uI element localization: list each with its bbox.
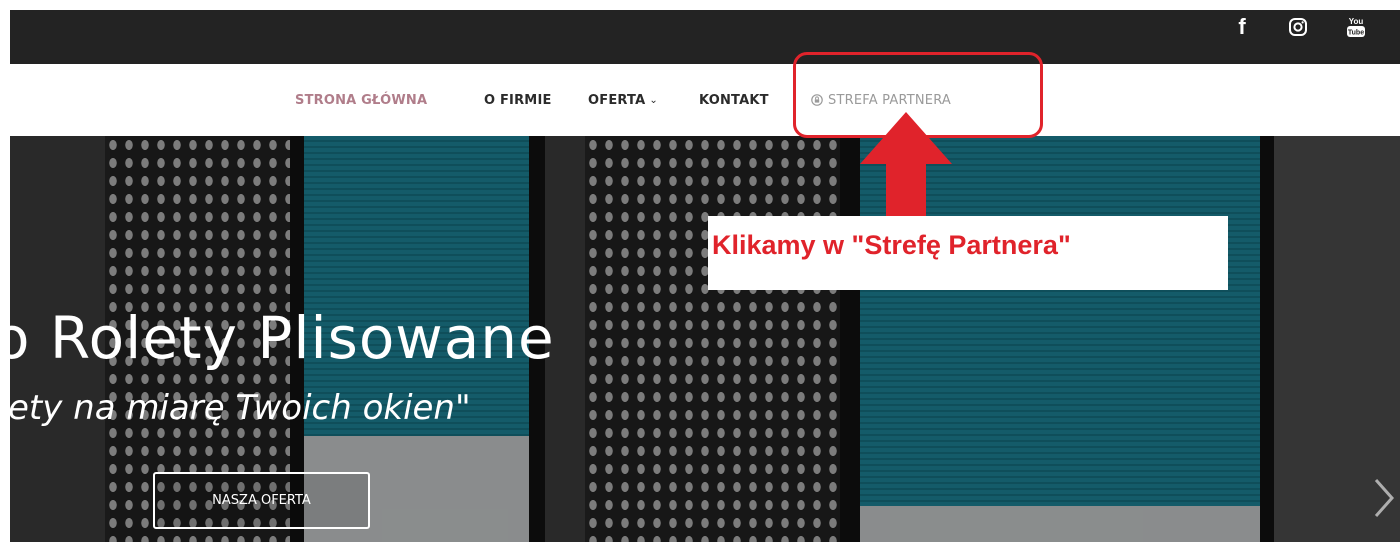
nav-item-home-label: STRONA GŁÓWNA: [295, 92, 428, 108]
browser-viewport: f You Tube STRONA GŁÓWNA O FIRMIE OFERTA…: [0, 0, 1400, 542]
hero-slider: o Rolety Plisowane ety na miarę Twoich o…: [10, 136, 1400, 542]
nav-item-offer-label: OFERTA: [588, 92, 646, 108]
our-offer-button-label: NASZA OFERTA: [212, 493, 311, 508]
nav-item-offer[interactable]: OFERTA ⌄: [588, 90, 658, 110]
nav-item-about-label: O FIRMIE: [484, 92, 552, 108]
nav-item-contact-label: KONTAKT: [699, 92, 769, 108]
chevron-down-icon: ⌄: [649, 94, 658, 106]
nav-item-about[interactable]: O FIRMIE: [484, 90, 552, 110]
nav-item-home[interactable]: STRONA GŁÓWNA: [295, 90, 427, 110]
hero-title: o Rolety Plisowane: [10, 304, 555, 372]
hero-subtitle: ety na miarę Twoich okien": [10, 388, 471, 428]
annotation-arrow-icon: [860, 112, 952, 232]
youtube-bottom-text: Tube: [1348, 30, 1364, 37]
screenshot-margin: [0, 0, 10, 542]
instagram-glyph: [1289, 18, 1307, 36]
youtube-top-text: You: [1349, 17, 1364, 26]
annotation-text: Klikamy w "Strefę Partnera": [712, 230, 1071, 260]
our-offer-button[interactable]: NASZA OFERTA: [153, 472, 370, 529]
social-top-bar: [10, 10, 1400, 64]
chevron-right-icon[interactable]: [1372, 476, 1396, 520]
screenshot-margin: [0, 0, 1400, 10]
facebook-glyph: f: [1238, 14, 1246, 39]
youtube-glyph: You Tube: [1347, 17, 1365, 37]
nav-item-contact[interactable]: KONTAKT: [699, 90, 769, 110]
